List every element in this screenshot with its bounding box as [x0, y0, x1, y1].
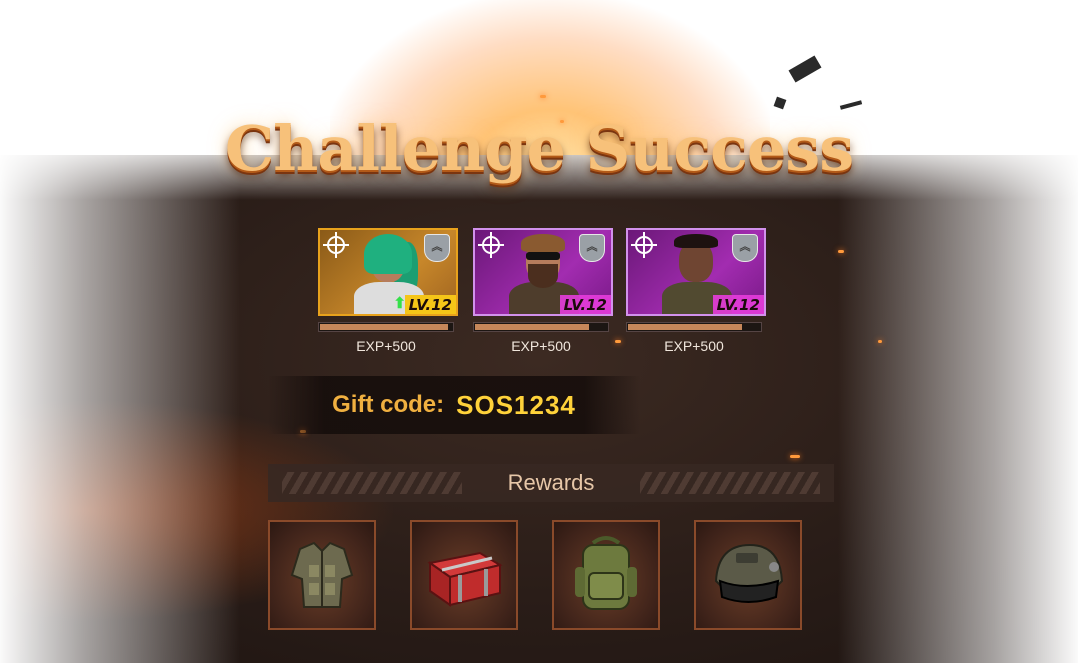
backpack-icon: [575, 536, 637, 610]
rank-chevrons-icon: ︽: [579, 234, 605, 262]
crosshair-icon: [478, 232, 504, 258]
exp-bar: [318, 322, 454, 332]
hero-card[interactable]: ︽ LV.12 EXP+500: [473, 228, 613, 354]
gift-code-value[interactable]: SOS1234: [456, 390, 576, 421]
rank-chevrons-icon: ︽: [732, 234, 758, 262]
reward-item[interactable]: [410, 520, 518, 630]
exp-bar: [473, 322, 609, 332]
crosshair-icon: [323, 232, 349, 258]
exp-gain: EXP+500: [664, 338, 724, 354]
rewards-header: Rewards: [268, 464, 834, 502]
hero-portrait: ︽ LV.12: [473, 228, 613, 316]
hero-portrait: ︽ ⬆ LV.12: [318, 228, 458, 316]
rank-chevrons-icon: ︽: [424, 234, 450, 262]
tactical-helmet-icon: [714, 543, 784, 603]
hero-card[interactable]: ︽ ⬆ LV.12 EXP+500: [318, 228, 458, 354]
crosshair-icon: [631, 232, 657, 258]
exp-gain: EXP+500: [356, 338, 416, 354]
hero-level: LV.12: [559, 295, 611, 314]
body-armor-icon: [290, 541, 354, 608]
hero-level: LV.12: [712, 295, 764, 314]
hero-list: ︽ ⬆ LV.12 EXP+500 ︽ LV.12 EXP+500 ︽ LV.1…: [318, 228, 768, 368]
hero-card[interactable]: ︽ LV.12 EXP+500: [626, 228, 766, 354]
exp-gain: EXP+500: [511, 338, 571, 354]
gift-code-label: Gift code:: [332, 391, 445, 418]
reward-item[interactable]: [694, 520, 802, 630]
reward-item[interactable]: [552, 520, 660, 630]
supply-crate-icon: [427, 551, 503, 607]
reward-items: [268, 520, 808, 634]
exp-bar: [626, 322, 762, 332]
page-title: Challenge Success: [224, 112, 854, 185]
gift-code-banner[interactable]: Gift code: SOS1234: [268, 376, 640, 434]
hero-portrait: ︽ LV.12: [626, 228, 766, 316]
rewards-title: Rewards: [507, 470, 595, 495]
hero-level: LV.12: [404, 295, 456, 314]
reward-item[interactable]: [268, 520, 376, 630]
